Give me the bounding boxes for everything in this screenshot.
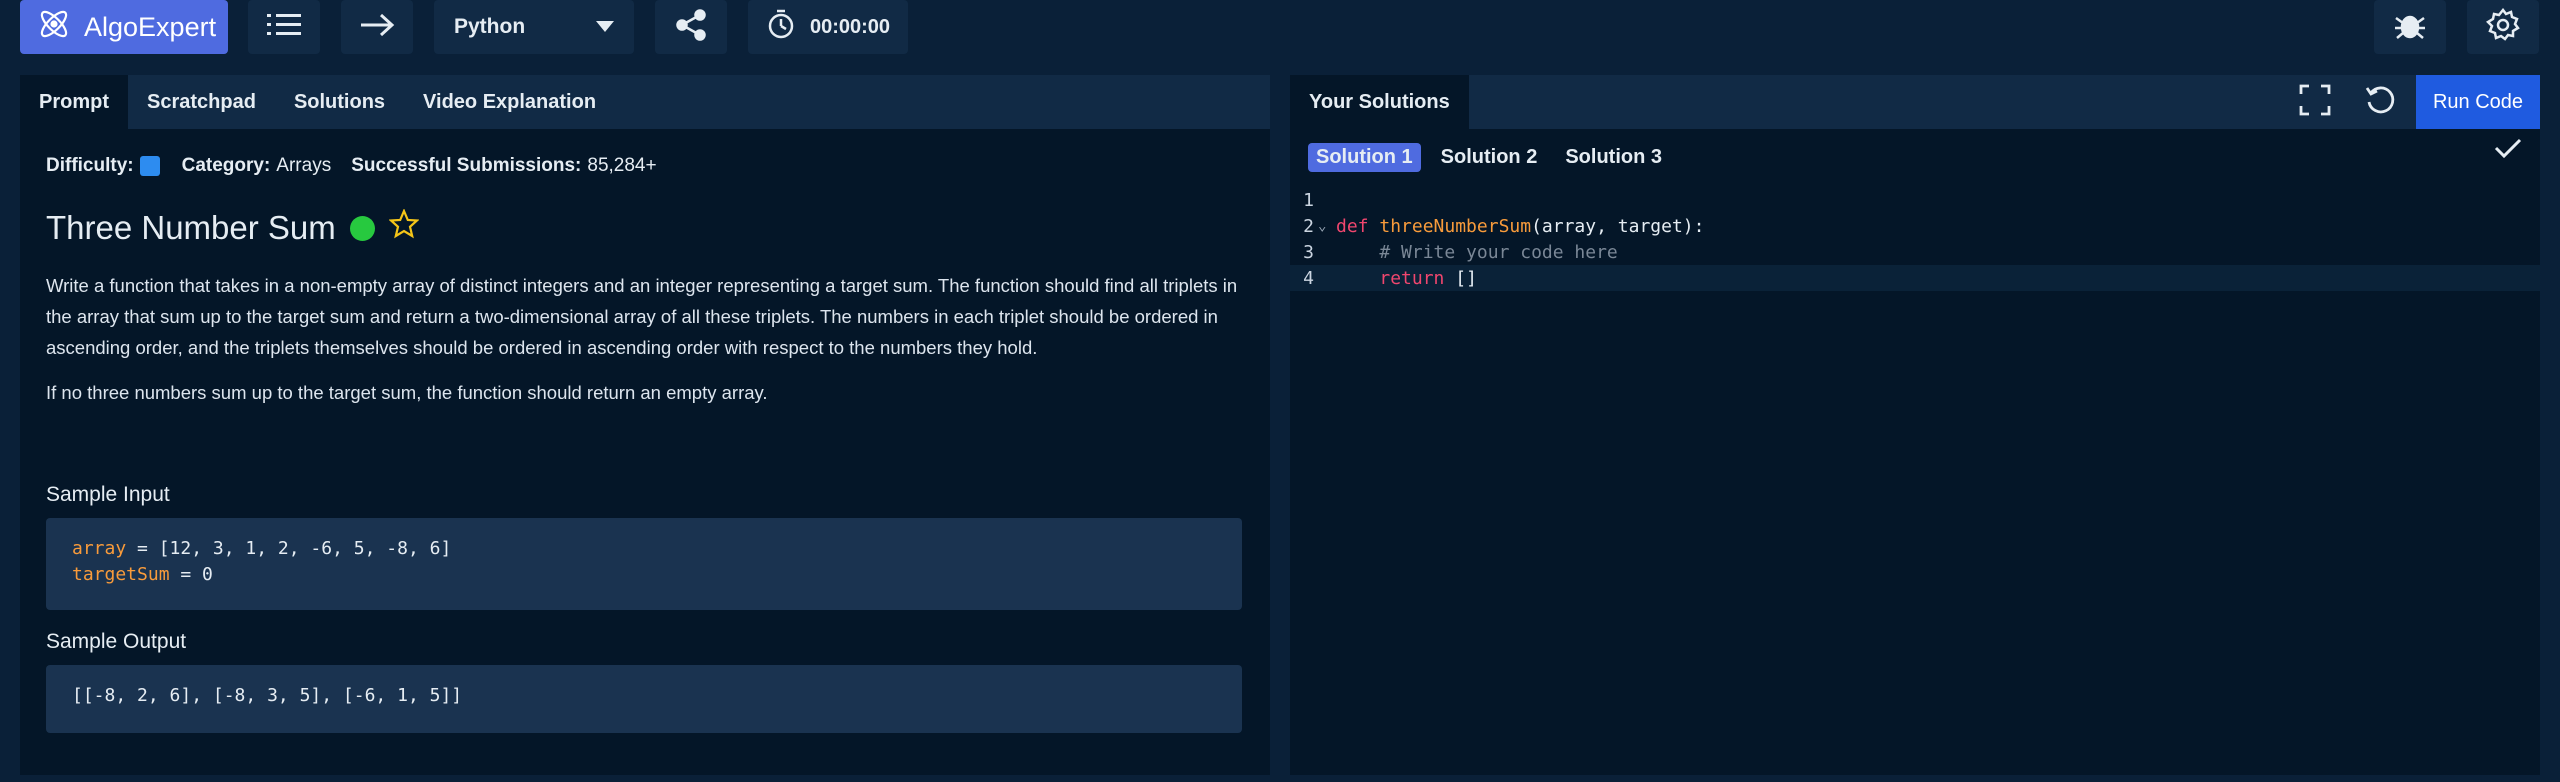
tab-solution-1[interactable]: Solution 1 [1308, 143, 1421, 172]
code-text: = [12, 3, 1, 2, -6, 5, -8, 6] [126, 538, 452, 559]
function-name: threeNumberSum [1379, 215, 1532, 237]
code-var: array [72, 538, 127, 559]
difficulty-indicator [139, 156, 160, 176]
bug-icon [2393, 10, 2427, 45]
reset-code-button[interactable] [2353, 75, 2407, 129]
tab-solution-3[interactable]: Solution 3 [1557, 143, 1670, 172]
completed-status-dot [349, 215, 375, 241]
run-code-button[interactable]: Run Code [2416, 75, 2540, 129]
code-line-current: 4 return [] [1290, 265, 2540, 291]
share-icon [674, 8, 708, 47]
question-description: Write a function that takes in a non-emp… [46, 270, 1246, 422]
code-text: return [] [1336, 268, 1477, 289]
description-paragraph: Write a function that takes in a non-emp… [46, 275, 1238, 358]
question-title: Three Number Sum [46, 209, 336, 246]
submissions-label: Successful Submissions: [351, 155, 582, 176]
keyword-def: def [1336, 215, 1369, 237]
line-number: 3 [1303, 241, 1314, 263]
prompt-panel: Prompt Scratchpad Solutions Video Explan… [20, 75, 1270, 775]
function-signature: (array, target): [1531, 215, 1705, 237]
code-editor[interactable]: 1 2 ⌄ def threeNumberSum(array, target):… [1290, 187, 2540, 291]
category-label: Category: [181, 155, 271, 176]
stopwatch-icon [766, 8, 796, 46]
arrow-right-icon [359, 12, 395, 43]
fold-chevron-icon[interactable]: ⌄ [1318, 218, 1336, 234]
code-text: [[-8, 2, 6], [-8, 3, 5], [-6, 1, 5]] [72, 685, 463, 706]
return-value: [] [1444, 267, 1477, 289]
share-button[interactable] [655, 0, 727, 54]
algoexpert-logo-button[interactable]: AlgoExpert [20, 0, 228, 54]
report-bug-button[interactable] [2374, 0, 2446, 54]
timer-button[interactable]: 00:00:00 [748, 0, 908, 54]
language-value: Python [454, 15, 526, 38]
atom-icon [36, 6, 72, 49]
question-title-row: Three Number Sum [46, 208, 420, 247]
expand-icon [2299, 84, 2331, 121]
tab-your-solutions[interactable]: Your Solutions [1290, 75, 1469, 129]
code-line: 3 # Write your code here [1290, 239, 2540, 265]
description-paragraph: If no three numbers sum up to the target… [46, 382, 768, 403]
code-comment: # Write your code here [1379, 241, 1618, 263]
reset-icon [2364, 84, 2396, 121]
sample-input-code: array = [12, 3, 1, 2, -6, 5, -8, 6] targ… [46, 518, 1242, 610]
tab-prompt[interactable]: Prompt [20, 75, 128, 129]
solution-tabs: Solution 1 Solution 2 Solution 3 [1308, 143, 1670, 172]
timer-value: 00:00:00 [809, 15, 891, 38]
solutions-panel: Your Solutions Run Code Solution 1 Solut… [1290, 75, 2540, 775]
tab-solutions[interactable]: Solutions [275, 75, 404, 129]
star-icon[interactable] [388, 208, 420, 247]
fullscreen-button[interactable] [2288, 75, 2342, 129]
checkmark-icon [2494, 137, 2522, 164]
logo-label: AlgoExpert [84, 11, 217, 42]
sample-output-heading: Sample Output [46, 630, 187, 653]
code-text: def threeNumberSum(array, target): [1336, 216, 1704, 237]
top-bar: AlgoExpert Python 00:00:00 [0, 0, 2560, 58]
keyword-return: return [1379, 267, 1445, 289]
language-select[interactable]: Python [434, 0, 634, 54]
line-number: 4 [1303, 267, 1314, 289]
question-meta: Difficulty: Category: Arrays Successful … [46, 155, 657, 177]
code-var: targetSum [72, 564, 170, 585]
category-value: Arrays [276, 155, 332, 176]
line-number: 2 [1303, 215, 1314, 237]
sample-output-code: [[-8, 2, 6], [-8, 3, 5], [-6, 1, 5]] [46, 665, 1242, 733]
submissions-value: 85,284+ [587, 155, 657, 176]
gear-icon [2485, 7, 2520, 47]
sample-input-heading: Sample Input [46, 483, 170, 506]
list-icon [267, 11, 301, 44]
caret-down-icon [596, 15, 614, 39]
code-line: 1 [1290, 187, 2540, 213]
line-number: 1 [1303, 189, 1314, 211]
code-text: # Write your code here [1336, 241, 1618, 263]
code-line: 2 ⌄ def threeNumberSum(array, target): [1290, 213, 2540, 239]
difficulty-label: Difficulty: [46, 155, 134, 176]
tab-solution-2[interactable]: Solution 2 [1433, 143, 1546, 172]
code-text: = 0 [169, 564, 213, 585]
prompt-tabs: Prompt Scratchpad Solutions Video Explan… [20, 75, 1270, 129]
next-question-button[interactable] [341, 0, 413, 54]
tab-scratchpad[interactable]: Scratchpad [128, 75, 275, 129]
tab-video-explanation[interactable]: Video Explanation [404, 75, 615, 129]
question-list-button[interactable] [248, 0, 320, 54]
settings-button[interactable] [2467, 0, 2539, 54]
